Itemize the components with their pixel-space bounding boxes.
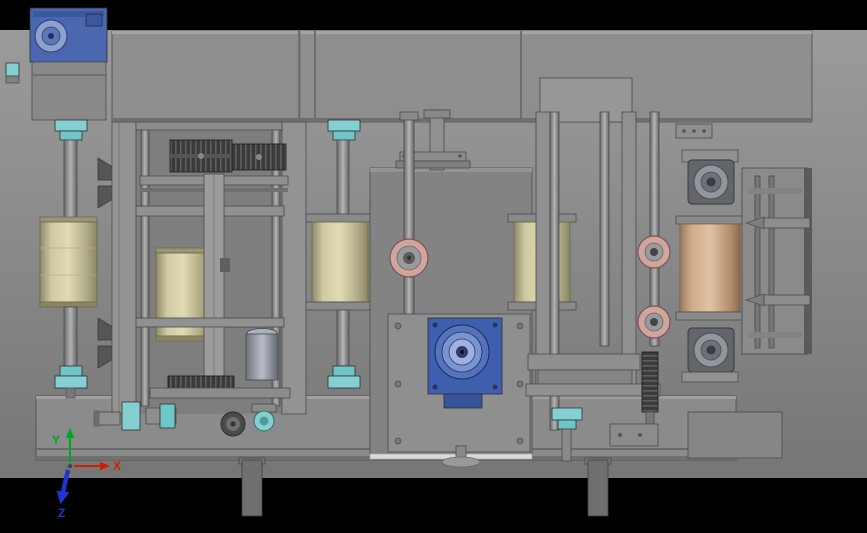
y-axis-label: Y [52, 433, 60, 447]
right-motor-bottom[interactable] [681, 327, 739, 383]
triad-origin [67, 463, 73, 469]
machine-assembly[interactable] [5, 7, 813, 517]
small-cylinder-motor[interactable] [245, 328, 279, 381]
right-roller[interactable] [675, 215, 745, 321]
gear-train[interactable] [169, 139, 287, 173]
x-axis-label: X [113, 459, 121, 473]
left-roller-unit[interactable] [111, 121, 307, 415]
cad-viewport[interactable]: X Y Z [0, 0, 867, 533]
drive-motor[interactable] [29, 7, 108, 63]
z-axis-label: Z [58, 506, 65, 520]
right-motor-top[interactable] [681, 149, 739, 205]
tailstock-panel[interactable] [741, 167, 812, 355]
